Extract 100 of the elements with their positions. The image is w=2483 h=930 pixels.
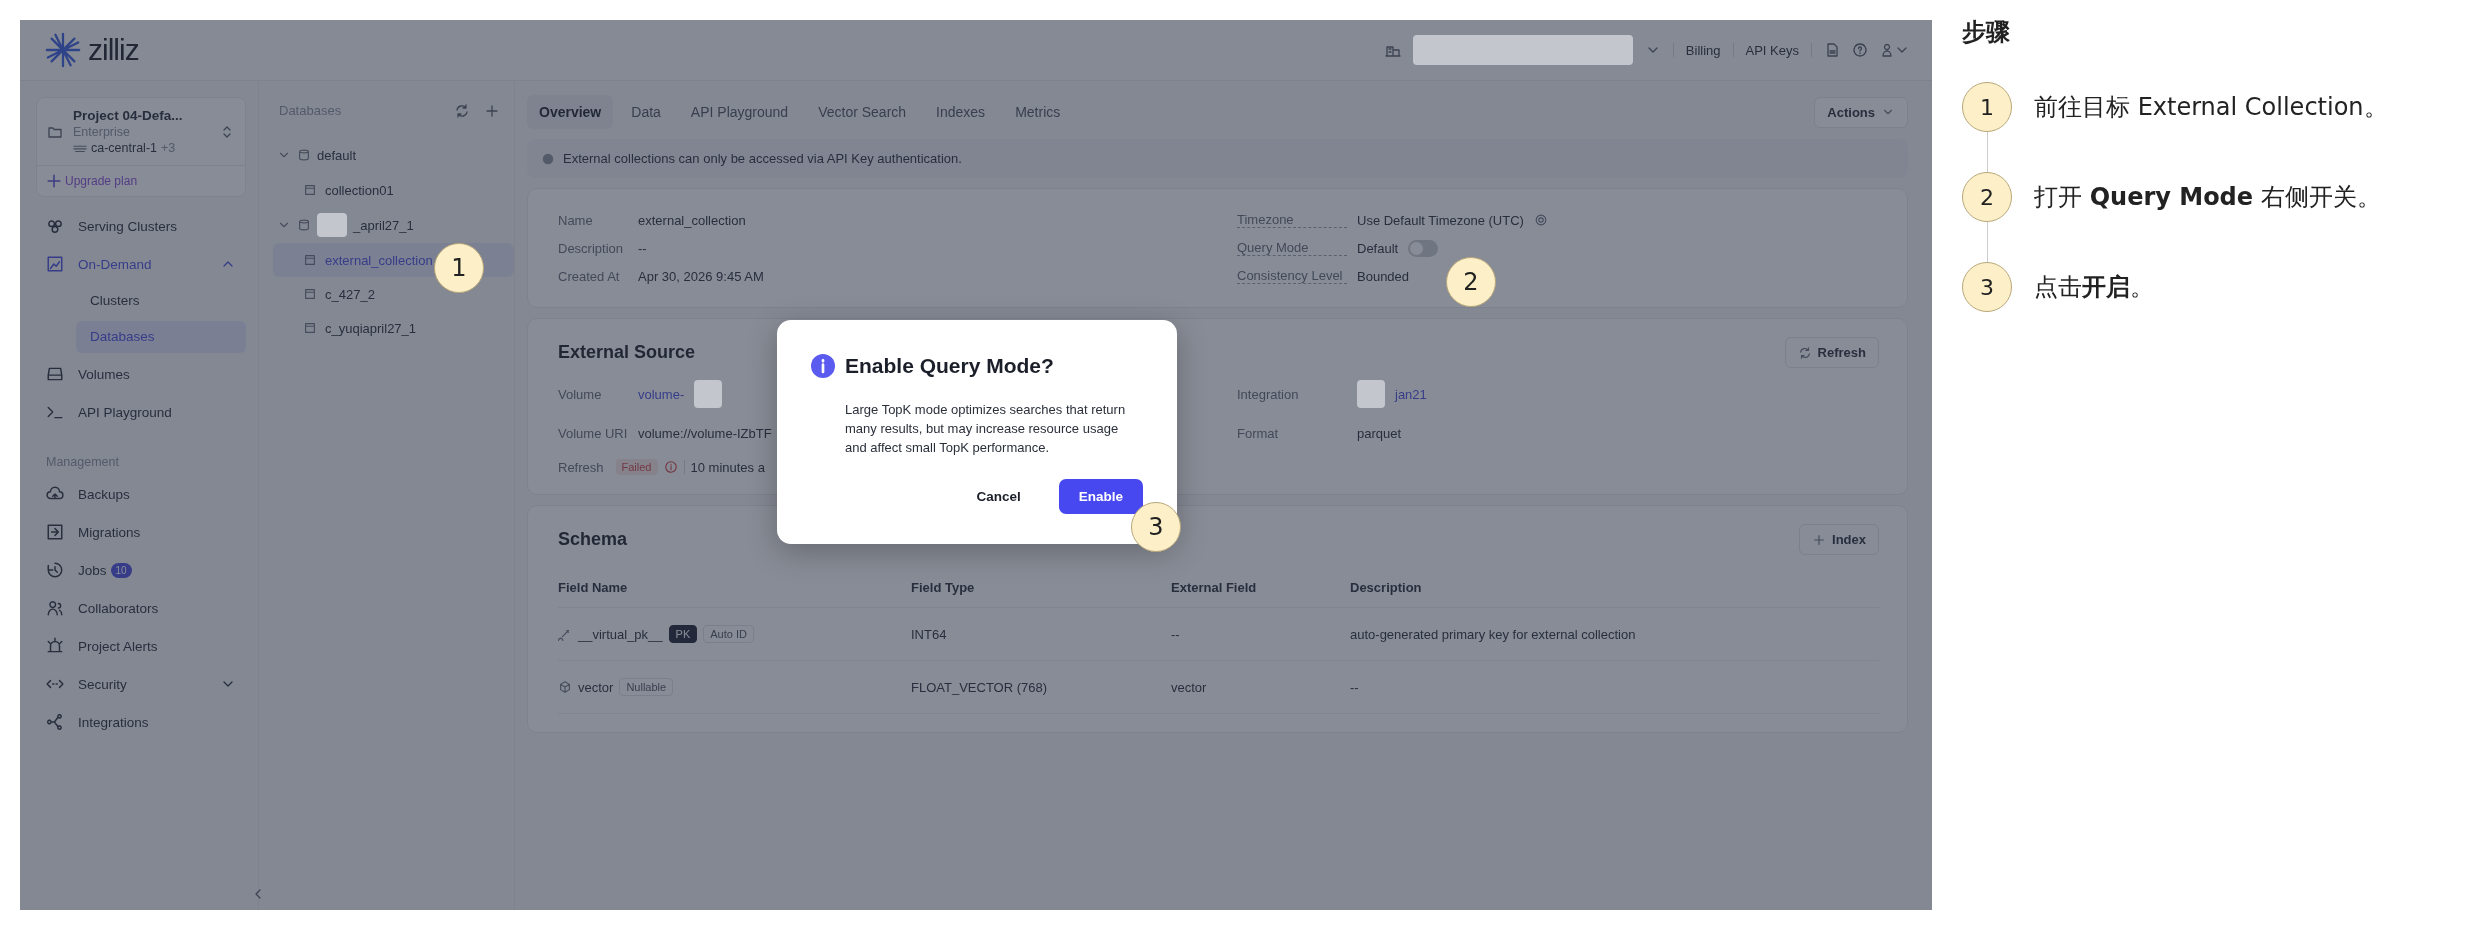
count-badge: 10 (110, 562, 132, 578)
field-label: Timezone (1237, 212, 1347, 228)
nav-subitem[interactable]: Databases (76, 321, 246, 353)
field-value: Default (1357, 240, 1399, 256)
field-label: Format (1237, 425, 1280, 441)
step-text: 打开 Query Mode 右侧开关。 (2034, 182, 2381, 213)
database-item[interactable]: default (273, 137, 500, 173)
refresh-button[interactable]: Refresh (1784, 337, 1879, 368)
table-cell-text: vector (1171, 679, 1208, 695)
region-text: ca-central-1 (91, 141, 157, 155)
enable-button[interactable]: Enable (1058, 479, 1143, 514)
status-badge: Failed (615, 459, 658, 475)
table-icon (303, 183, 317, 197)
alarm-icon (46, 637, 64, 655)
steps-title: 步骤 (1962, 17, 2011, 48)
banner-text: External collections can only be accessed via API Key authentication. (563, 151, 962, 166)
table-cell-text: FLOAT_VECTOR (768) (911, 679, 1049, 695)
actions-button[interactable]: Actions (1814, 96, 1908, 128)
tab[interactable]: Overview (527, 95, 614, 129)
table-icon (303, 287, 317, 301)
cancel-button[interactable]: Cancel (970, 479, 1027, 514)
nav-item[interactable]: Collaborators (36, 589, 246, 627)
table-cell-text: -- (1350, 679, 1360, 695)
import-icon (46, 523, 64, 541)
field-value: -- (638, 240, 647, 256)
field-tag: Nullable (619, 678, 674, 696)
field-tag: PK (668, 625, 698, 643)
tab[interactable]: Metrics (1003, 95, 1073, 129)
tab[interactable]: Indexes (924, 95, 998, 129)
plus-icon (1812, 532, 1827, 547)
nav-item[interactable]: Volumes (36, 355, 246, 393)
help-icon[interactable] (1852, 42, 1868, 58)
cylinder-icon (297, 218, 311, 232)
table-cell-text: auto-generated primary key for external collection (1350, 626, 1637, 642)
nav-item[interactable]: Project Alerts (36, 627, 246, 665)
nav-item[interactable]: Serving Clusters (36, 207, 246, 245)
table-cell-text: INT64 (911, 626, 948, 642)
step-number: 1 (1962, 82, 2012, 132)
toggle-switch[interactable] (1408, 239, 1439, 257)
clock-icon (46, 561, 64, 579)
field-value: 10 minutes a (690, 459, 765, 475)
field-label: Description (558, 240, 625, 256)
collection-item[interactable]: c_yuqiapril27_1 (273, 311, 514, 345)
tab[interactable]: API Playground (678, 95, 801, 129)
refresh-icon (1797, 345, 1812, 360)
header-link[interactable]: API Keys (1745, 42, 1799, 58)
field-label: Volume URI (558, 425, 628, 441)
nav-item[interactable]: Security (36, 665, 246, 703)
document-icon[interactable] (1824, 42, 1840, 58)
dialog-title: Enable Query Mode? (845, 354, 1054, 378)
nav-item[interactable]: Backups (36, 475, 246, 513)
collection-item[interactable]: collection01 (273, 173, 514, 207)
volume-link[interactable]: volume- (638, 386, 685, 402)
redaction-block (694, 380, 723, 408)
nav-item[interactable]: On-Demand (36, 245, 246, 283)
field-label: Created At (558, 268, 621, 284)
nav-item[interactable]: Migrations (36, 513, 246, 551)
column-header: Description (1350, 579, 1423, 595)
table-icon (303, 321, 317, 335)
field-value: volume://volume-IZbTF (638, 425, 772, 441)
section-title: External Source (558, 342, 696, 363)
upgrade-link[interactable]: Upgrade plan (36, 166, 246, 197)
circles-icon (46, 217, 64, 235)
refresh-icon[interactable] (454, 103, 470, 119)
field-value: Use Default Timezone (UTC) (1357, 212, 1524, 228)
nav-item[interactable]: Integrations (36, 703, 246, 741)
gear-icon[interactable] (1533, 213, 1548, 227)
tab[interactable]: Data (619, 95, 673, 129)
field-label: Refresh (558, 459, 604, 475)
field-value: Apr 30, 2026 9:45 AM (638, 268, 764, 284)
field-label: Query Mode (1237, 240, 1347, 256)
table-cell: __virtual_pk__ (578, 626, 663, 642)
field-label: Consistency Level (1237, 268, 1347, 284)
project-name: Project 04-Defa... (73, 108, 184, 123)
nav-item[interactable]: API Playground (36, 393, 246, 431)
column-header: External Field (1171, 579, 1258, 595)
redaction-block (1357, 380, 1385, 408)
field-label: Name (558, 212, 594, 228)
nav-subitem[interactable]: Clusters (76, 285, 246, 317)
step-text: 前往目标 External Collection。 (2034, 92, 2388, 123)
field-tag: Auto ID (703, 625, 754, 643)
logo-text: zilliz (88, 33, 139, 67)
section-title: Schema (558, 529, 628, 550)
integration-link[interactable]: jan21 (1395, 386, 1427, 402)
user-icon[interactable] (1880, 42, 1908, 58)
info-icon (541, 151, 555, 166)
table-cell-text: -- (1171, 626, 1181, 642)
field-value: Bounded (1357, 268, 1410, 284)
database-item[interactable]: _april27_1 (273, 207, 500, 243)
step-number: 2 (1962, 172, 2012, 222)
column-header: Field Type (911, 579, 976, 595)
cube-icon (558, 680, 572, 694)
starburst-icon (44, 31, 82, 69)
info-icon (663, 460, 678, 474)
plus-icon[interactable] (484, 103, 500, 119)
drive-icon (46, 365, 64, 383)
header-link[interactable]: Billing (1685, 42, 1721, 58)
tab[interactable]: Vector Search (806, 95, 919, 129)
add-index-button[interactable]: Index (1799, 524, 1879, 555)
nav-item[interactable]: Jobs 10 (36, 551, 246, 589)
